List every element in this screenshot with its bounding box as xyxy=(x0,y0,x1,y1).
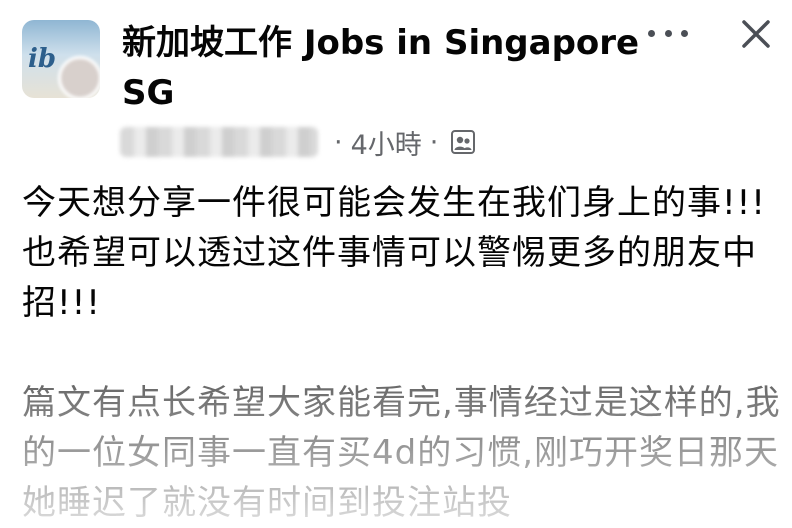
post-paragraph: 今天想分享一件很可能会发生在我们身上的事!!!也希望可以透过这件事情可以警惕更多… xyxy=(22,183,766,323)
close-icon[interactable] xyxy=(740,18,772,50)
group-name-link[interactable]: 新加坡工作 Jobs in Singapore SG xyxy=(122,18,652,118)
author-avatar[interactable] xyxy=(58,56,100,98)
author-name-redacted[interactable] xyxy=(120,127,318,157)
group-members-icon xyxy=(451,130,476,154)
group-logo-mark: ib xyxy=(28,44,57,74)
post-text: 今天想分享一件很可能会发生在我们身上的事!!!也希望可以透过这件事情可以警惕更多… xyxy=(22,178,782,528)
post-timestamp[interactable]: 4小時 xyxy=(351,123,422,162)
group-avatar[interactable]: ib xyxy=(22,20,100,98)
post-meta: · 4小時 · xyxy=(120,122,476,162)
post-paragraph: 篇文有点长希望大家能看完,事情经过是这样的,我的一位女同事一直有买4d的习惯,刚… xyxy=(22,383,781,523)
more-options-icon[interactable] xyxy=(648,22,688,44)
meta-separator: · xyxy=(429,126,439,158)
meta-separator: · xyxy=(334,126,343,158)
group-post: ib 新加坡工作 Jobs in Singapore SG · 4小時 · 今天… xyxy=(0,0,792,525)
